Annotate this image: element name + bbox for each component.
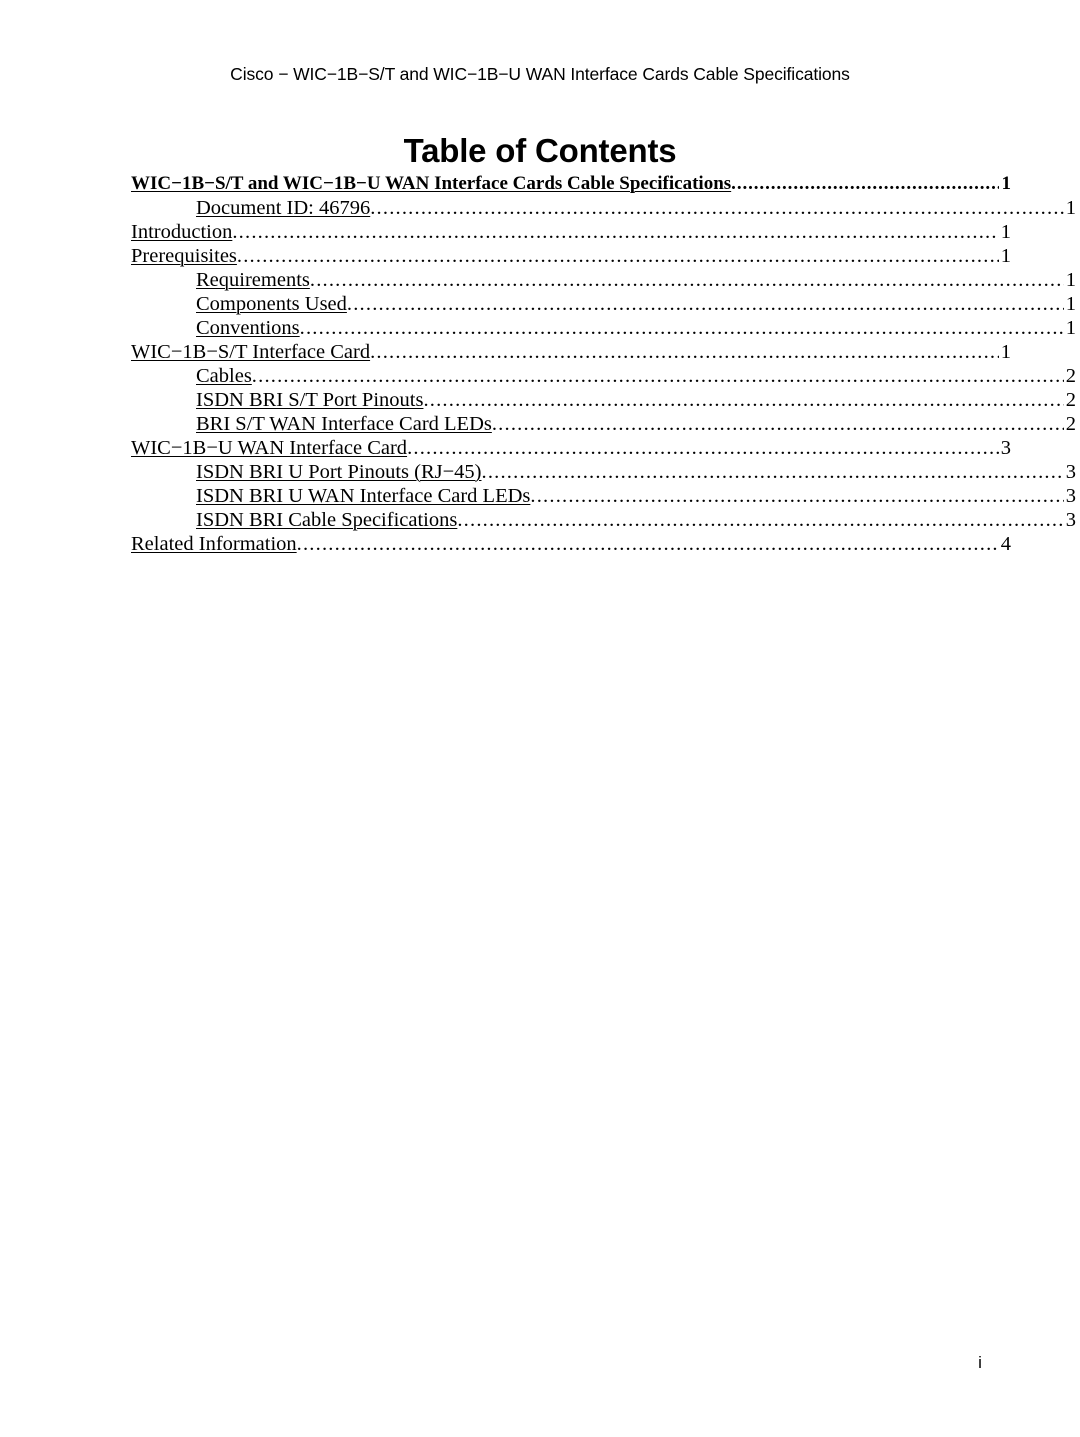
toc-leader-dots	[457, 508, 1064, 532]
toc-entry-label[interactable]: BRI S/T WAN Interface Card LEDs	[196, 412, 492, 436]
toc-entry-page-number: 1	[1000, 245, 1011, 267]
toc-entry-page-number: 1	[1065, 293, 1076, 315]
page-footer: i	[0, 1353, 1080, 1373]
toc-leader-dots	[237, 244, 999, 268]
toc-entry[interactable]: Requirements 1	[131, 268, 1076, 292]
toc-entry-page-number: 3	[1065, 509, 1076, 531]
toc-leader-dots	[407, 436, 999, 460]
toc-entry-label[interactable]: ISDN BRI S/T Port Pinouts	[196, 388, 423, 412]
toc-entry-page-number: 1	[1000, 341, 1011, 363]
toc-entry[interactable]: WIC−1B−S/T Interface Card 1	[131, 340, 1011, 364]
folio-page-number: i	[978, 1353, 982, 1372]
toc-entry-page-number: 2	[1065, 413, 1076, 435]
toc-entry[interactable]: Conventions 1	[131, 316, 1076, 340]
toc-entry-page-number: 4	[1000, 533, 1011, 555]
toc-entry-page-number: 1	[1065, 197, 1076, 219]
toc-entry-label[interactable]: Introduction	[131, 220, 232, 244]
toc-entry[interactable]: Related Information 4	[131, 532, 1011, 556]
toc-entry-page-number: 1	[1001, 173, 1012, 194]
toc-entry[interactable]: Introduction 1	[131, 220, 1011, 244]
toc-entry-page-number: 3	[1065, 485, 1076, 507]
toc-leader-dots	[347, 292, 1064, 316]
toc-entry[interactable]: Components Used 1	[131, 292, 1076, 316]
toc-leader-dots	[310, 268, 1064, 292]
document-page: Cisco − WIC−1B−S/T and WIC−1B−U WAN Inte…	[0, 0, 1080, 1437]
toc-leader-dots	[530, 484, 1064, 508]
toc-entry-label[interactable]: Document ID: 46796	[196, 196, 370, 220]
toc-entry-label[interactable]: WIC−1B−U WAN Interface Card	[131, 436, 407, 460]
toc-entry-page-number: 1	[1065, 269, 1076, 291]
toc-leader-dots	[297, 532, 999, 556]
toc-leader-dots	[492, 412, 1064, 436]
toc-entry-page-number: 3	[1000, 437, 1011, 459]
toc-entry-page-number: 3	[1065, 461, 1076, 483]
toc-entry-page-number: 1	[1065, 317, 1076, 339]
running-header: Cisco − WIC−1B−S/T and WIC−1B−U WAN Inte…	[230, 64, 850, 84]
toc-entry[interactable]: Prerequisites 1	[131, 244, 1011, 268]
toc-entry[interactable]: Document ID: 46796 1	[131, 196, 1076, 220]
toc-entry-page-number: 1	[1000, 221, 1011, 243]
toc-entry-label[interactable]: ISDN BRI U WAN Interface Card LEDs	[196, 484, 530, 508]
toc-leader-dots	[300, 316, 1064, 340]
toc-leader-dots	[482, 460, 1065, 484]
toc-entry-label[interactable]: ISDN BRI Cable Specifications	[196, 508, 457, 532]
toc-entry-label[interactable]: WIC−1B−S/T Interface Card	[131, 340, 370, 364]
toc-entry[interactable]: BRI S/T WAN Interface Card LEDs 2	[131, 412, 1076, 436]
toc-entry-label[interactable]: Conventions	[196, 316, 300, 340]
toc-leader-dots	[423, 388, 1064, 412]
toc-entry-page-number: 2	[1065, 389, 1076, 411]
toc-entry-label[interactable]: Components Used	[196, 292, 347, 316]
toc-entry[interactable]: ISDN BRI S/T Port Pinouts 2	[131, 388, 1076, 412]
toc-leader-dots	[252, 364, 1064, 388]
page-title: Table of Contents	[403, 132, 677, 170]
toc-entry[interactable]: ISDN BRI U Port Pinouts (RJ−45) 3	[131, 460, 1076, 484]
toc-entry-label[interactable]: ISDN BRI U Port Pinouts (RJ−45)	[196, 460, 482, 484]
toc-leader-dots	[232, 220, 999, 244]
toc-entry[interactable]: ISDN BRI Cable Specifications 3	[131, 508, 1076, 532]
toc-leader-dots	[731, 172, 999, 196]
toc-entry-label[interactable]: Cables	[196, 364, 252, 388]
toc-entry-label[interactable]: Requirements	[196, 268, 310, 292]
toc-entry-page-number: 2	[1065, 365, 1076, 387]
toc-entry[interactable]: Cables 2	[131, 364, 1076, 388]
toc-entry[interactable]: WIC−1B−S/T and WIC−1B−U WAN Interface Ca…	[131, 172, 1011, 196]
toc-entry[interactable]: WIC−1B−U WAN Interface Card 3	[131, 436, 1011, 460]
toc-leader-dots	[370, 340, 999, 364]
table-of-contents: WIC−1B−S/T and WIC−1B−U WAN Interface Ca…	[131, 172, 1076, 556]
toc-entry-label[interactable]: Related Information	[131, 532, 297, 556]
toc-entry-label[interactable]: Prerequisites	[131, 244, 237, 268]
toc-leader-dots	[370, 196, 1064, 220]
toc-entry-label[interactable]: WIC−1B−S/T and WIC−1B−U WAN Interface Ca…	[131, 172, 731, 196]
toc-entry[interactable]: ISDN BRI U WAN Interface Card LEDs 3	[131, 484, 1076, 508]
